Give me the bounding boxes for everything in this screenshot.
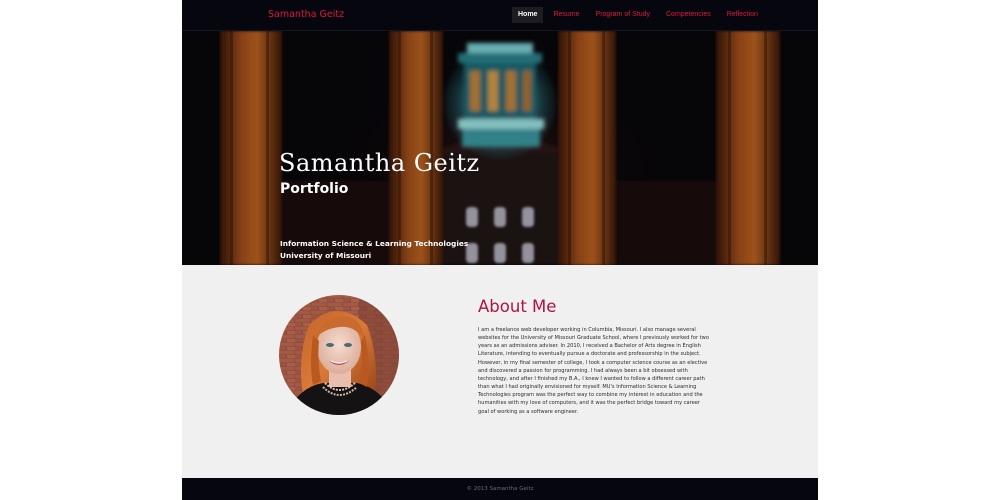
nav-item-home[interactable]: Home bbox=[512, 7, 544, 23]
nav-item-resume[interactable]: Resume bbox=[547, 7, 585, 23]
about-heading: About Me bbox=[478, 297, 557, 316]
site-footer: © 2013 Samantha Geitz bbox=[182, 478, 818, 500]
profile-photo bbox=[279, 295, 399, 415]
copyright-text: © 2013 Samantha Geitz bbox=[466, 486, 534, 492]
nav-item-reflection[interactable]: Reflection bbox=[721, 7, 764, 23]
hero-program: Information Science & Learning Technolog… bbox=[280, 239, 469, 248]
site-brand[interactable]: Samantha Geitz bbox=[268, 9, 344, 20]
page-frame: Samantha Geitz Home Resume Program of St… bbox=[182, 0, 818, 500]
hero-school: University of Missouri bbox=[280, 251, 372, 260]
about-body: I am a freelance web developer working i… bbox=[478, 327, 709, 415]
avatar bbox=[279, 295, 399, 415]
top-navbar: Samantha Geitz Home Resume Program of St… bbox=[182, 0, 818, 31]
nav-item-program-of-study[interactable]: Program of Study bbox=[590, 7, 656, 23]
main-nav: Home Resume Program of Study Competencie… bbox=[512, 7, 768, 24]
hero-banner: Samantha Geitz Portfolio Information Sci… bbox=[182, 31, 818, 265]
hero-subtitle: Portfolio bbox=[280, 181, 349, 197]
nav-item-competencies[interactable]: Competencies bbox=[660, 7, 717, 23]
hero-background-image bbox=[182, 31, 818, 265]
about-section: About Me I am a freelance web developer … bbox=[182, 265, 818, 478]
hero-title: Samantha Geitz bbox=[279, 149, 480, 177]
